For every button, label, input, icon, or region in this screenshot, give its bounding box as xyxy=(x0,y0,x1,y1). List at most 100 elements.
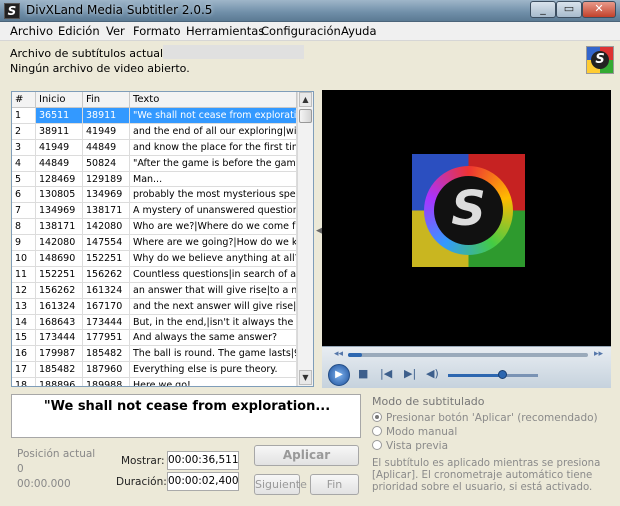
seek-forward-icon[interactable]: ▸▸ xyxy=(594,349,603,359)
menu-edicion[interactable]: Edición xyxy=(58,24,100,38)
menu-archivo[interactable]: Archivo xyxy=(10,24,53,38)
mode-option-apply[interactable]: Presionar botón 'Aplicar' (recomendado) xyxy=(372,412,598,424)
cell-start: 138171 xyxy=(36,219,83,235)
column-header-text[interactable]: Texto xyxy=(130,92,297,108)
menu-bar: Archivo Edición Ver Formato Herramientas… xyxy=(0,22,620,41)
next-icon[interactable]: ▶| xyxy=(404,367,416,380)
table-row[interactable]: 10 148690 152251 Why do we believe anything… xyxy=(12,251,297,267)
table-row[interactable]: 14 168643 173444 But, in the end,|isn't it … xyxy=(12,314,297,331)
cell-number: 4 xyxy=(12,155,36,171)
previous-icon[interactable]: |◀ xyxy=(380,367,392,380)
column-header-end[interactable]: Fin xyxy=(83,92,130,108)
duration-field[interactable]: 00:00:02,400 xyxy=(167,472,239,491)
cell-start: 168643 xyxy=(36,314,83,330)
cell-start: 148690 xyxy=(36,251,83,267)
table-scrollbar[interactable]: ▲ ▼ xyxy=(297,92,313,386)
cell-end: 185482 xyxy=(83,346,130,362)
apply-button[interactable]: Aplicar xyxy=(254,445,359,466)
cell-end: 50824 xyxy=(83,155,130,171)
position-time: 00:00.000 xyxy=(17,478,71,490)
table-row[interactable]: 5 128469 129189 Man... xyxy=(12,171,297,188)
scroll-up-icon[interactable]: ▲ xyxy=(299,92,312,107)
show-label: Mostrar: xyxy=(121,455,165,467)
seek-progress xyxy=(348,353,363,357)
cell-number: 2 xyxy=(12,123,36,139)
next-button[interactable]: Siguiente xyxy=(254,474,307,495)
stop-icon[interactable]: ■ xyxy=(358,367,368,380)
volume-icon[interactable]: ◀) xyxy=(426,367,439,380)
table-row[interactable]: 8 138171 142080 Who are we?|Where do we com… xyxy=(12,219,297,236)
cell-text: and the next answer will give rise|to t xyxy=(130,298,297,314)
volume-slider[interactable] xyxy=(448,374,538,377)
scroll-thumb[interactable] xyxy=(299,109,312,123)
cell-number: 3 xyxy=(12,139,36,155)
cell-text: and the end of all our exploring|will be xyxy=(130,123,297,139)
cell-start: 142080 xyxy=(36,235,83,251)
column-header-number[interactable]: # xyxy=(12,92,36,108)
play-button[interactable]: ▶ xyxy=(328,364,350,386)
player-controls: ◂◂ ▸▸ ▶ ■ |◀ ▶| ◀) xyxy=(322,346,611,388)
menu-formato[interactable]: Formato xyxy=(133,24,181,38)
table-row[interactable]: 7 134969 138171 A mystery of unanswered que… xyxy=(12,203,297,220)
position-index: 0 xyxy=(17,463,24,475)
table-row[interactable]: 18 188896 189988 Here we go! xyxy=(12,378,297,386)
cell-number: 12 xyxy=(12,282,36,298)
close-button[interactable]: ✕ xyxy=(582,1,616,18)
cell-number: 16 xyxy=(12,346,36,362)
cell-start: 152251 xyxy=(36,266,83,282)
table-row[interactable]: 15 173444 177951 And always the same answer… xyxy=(12,330,297,347)
table-row[interactable]: 16 179987 185482 The ball is round. The gam… xyxy=(12,346,297,363)
show-time-field[interactable]: 00:00:36,511 xyxy=(167,451,239,470)
scroll-down-icon[interactable]: ▼ xyxy=(299,370,312,385)
table-row[interactable]: 9 142080 147554 Where are we going?|How do … xyxy=(12,235,297,252)
maximize-button[interactable]: ▭ xyxy=(556,1,582,18)
cell-number: 9 xyxy=(12,235,36,251)
cell-text: A mystery of unanswered questions. xyxy=(130,203,297,219)
cell-end: 173444 xyxy=(83,314,130,330)
cell-start: 130805 xyxy=(36,187,83,203)
cell-text: Everything else is pure theory. xyxy=(130,362,297,378)
table-row[interactable]: 1 36511 38911 "We shall not cease from expl… xyxy=(12,108,297,124)
cell-end: 187960 xyxy=(83,362,130,378)
end-button[interactable]: Fin xyxy=(310,474,359,495)
cell-start: 44849 xyxy=(36,155,83,171)
table-row[interactable]: 11 152251 156262 Countless questions|in sea… xyxy=(12,266,297,283)
table-row[interactable]: 13 161324 167170 and the next answer will g… xyxy=(12,298,297,315)
cell-number: 15 xyxy=(12,330,36,346)
menu-ayuda[interactable]: Ayuda xyxy=(341,24,377,38)
menu-herramientas[interactable]: Herramientas xyxy=(186,24,264,38)
cell-end: 44849 xyxy=(83,139,130,155)
volume-knob[interactable] xyxy=(498,370,507,379)
cell-number: 14 xyxy=(12,314,36,330)
cell-end: 134969 xyxy=(83,187,130,203)
column-header-start[interactable]: Inicio xyxy=(36,92,83,108)
cell-text: Countless questions|in search of an a xyxy=(130,266,297,282)
radio-icon[interactable] xyxy=(372,426,382,436)
seek-back-icon[interactable]: ◂◂ xyxy=(334,349,343,359)
cell-start: 156262 xyxy=(36,282,83,298)
table-row[interactable]: 4 44849 50824 "After the game is before the… xyxy=(12,155,297,172)
radio-selected-icon[interactable] xyxy=(372,412,382,422)
menu-ver[interactable]: Ver xyxy=(106,24,125,38)
table-row[interactable]: 2 38911 41949 and the end of all our explor… xyxy=(12,123,297,140)
cell-number: 17 xyxy=(12,362,36,378)
seek-bar[interactable] xyxy=(348,353,588,357)
table-row[interactable]: 12 156262 161324 an answer that will give r… xyxy=(12,282,297,299)
table-row[interactable]: 17 185482 187960 Everything else is pure th… xyxy=(12,362,297,379)
cell-start: 185482 xyxy=(36,362,83,378)
mode-option-manual[interactable]: Modo manual xyxy=(372,426,457,438)
table-row[interactable]: 6 130805 134969 probably the most mysteriou… xyxy=(12,187,297,204)
table-row[interactable]: 3 41949 44849 and know the place for the fi… xyxy=(12,139,297,156)
cell-start: 38911 xyxy=(36,123,83,139)
subtitle-table[interactable]: # Inicio Fin Texto 1 36511 38911 "We shall … xyxy=(11,91,314,387)
cell-end: 156262 xyxy=(83,266,130,282)
menu-configuracion[interactable]: Configuración xyxy=(261,24,341,38)
minimize-button[interactable]: _ xyxy=(530,1,556,18)
radio-icon[interactable] xyxy=(372,440,382,450)
cell-end: 147554 xyxy=(83,235,130,251)
cell-text: Where are we going?|How do we kno xyxy=(130,235,297,251)
subtitle-preview: "We shall not cease from exploration... xyxy=(11,394,361,438)
cell-end: 138171 xyxy=(83,203,130,219)
mode-option-preview[interactable]: Vista previa xyxy=(372,440,448,452)
cell-text: Why do we believe anything at all? xyxy=(130,251,297,267)
